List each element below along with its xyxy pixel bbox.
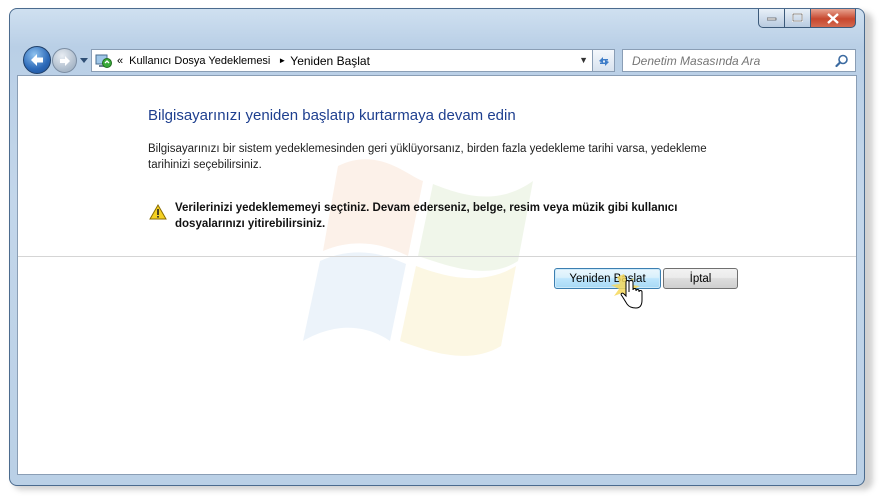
back-button[interactable] bbox=[23, 46, 51, 74]
back-arrow-icon bbox=[31, 54, 43, 66]
address-dropdown-icon[interactable]: ▼ bbox=[579, 55, 588, 65]
breadcrumb-item-restart[interactable]: Yeniden Başlat bbox=[290, 54, 370, 68]
warning-icon bbox=[149, 204, 167, 220]
backup-restore-icon bbox=[95, 54, 112, 68]
close-icon bbox=[827, 12, 839, 24]
address-bar[interactable]: « Kullanıcı Dosya Yedeklemesi ► Yeniden … bbox=[91, 49, 593, 72]
divider bbox=[18, 256, 856, 257]
description-text: Bilgisayarınızı bir sistem yedeklemesind… bbox=[148, 143, 707, 171]
windows-logo-watermark bbox=[303, 159, 533, 356]
breadcrumb-item-backup[interactable]: Kullanıcı Dosya Yedeklemesi bbox=[129, 55, 270, 67]
forward-arrow-icon bbox=[59, 55, 70, 66]
minimize-button[interactable] bbox=[758, 9, 785, 28]
window-controls bbox=[758, 9, 856, 28]
cancel-button[interactable]: İptal bbox=[663, 268, 738, 289]
navigation-bar: « Kullanıcı Dosya Yedeklemesi ► Yeniden … bbox=[10, 31, 864, 77]
forward-button[interactable] bbox=[52, 48, 77, 73]
hand-cursor-icon bbox=[611, 274, 643, 309]
recent-pages-button[interactable] bbox=[79, 55, 89, 65]
search-input[interactable] bbox=[623, 53, 832, 68]
breadcrumb-separator[interactable]: ► bbox=[278, 56, 286, 65]
page-title: Bilgisayarınızı yeniden başlatıp kurtarm… bbox=[148, 107, 516, 124]
maximize-button[interactable] bbox=[785, 9, 811, 28]
minimize-icon bbox=[766, 17, 776, 21]
address-overflow[interactable]: « bbox=[117, 55, 123, 67]
explorer-window: « Kullanıcı Dosya Yedeklemesi ► Yeniden … bbox=[9, 8, 865, 486]
close-button[interactable] bbox=[811, 9, 856, 28]
warning-message: Verilerinizi yedeklememeyi seçtiniz. Dev… bbox=[175, 202, 678, 230]
search-icon[interactable] bbox=[835, 54, 849, 68]
chevron-down-icon bbox=[80, 57, 88, 63]
search-box[interactable] bbox=[622, 49, 856, 72]
content-pane: Bilgisayarınızı yeniden başlatıp kurtarm… bbox=[17, 75, 857, 475]
refresh-icon bbox=[598, 56, 609, 66]
maximize-icon bbox=[792, 13, 803, 22]
refresh-button[interactable] bbox=[593, 49, 615, 72]
